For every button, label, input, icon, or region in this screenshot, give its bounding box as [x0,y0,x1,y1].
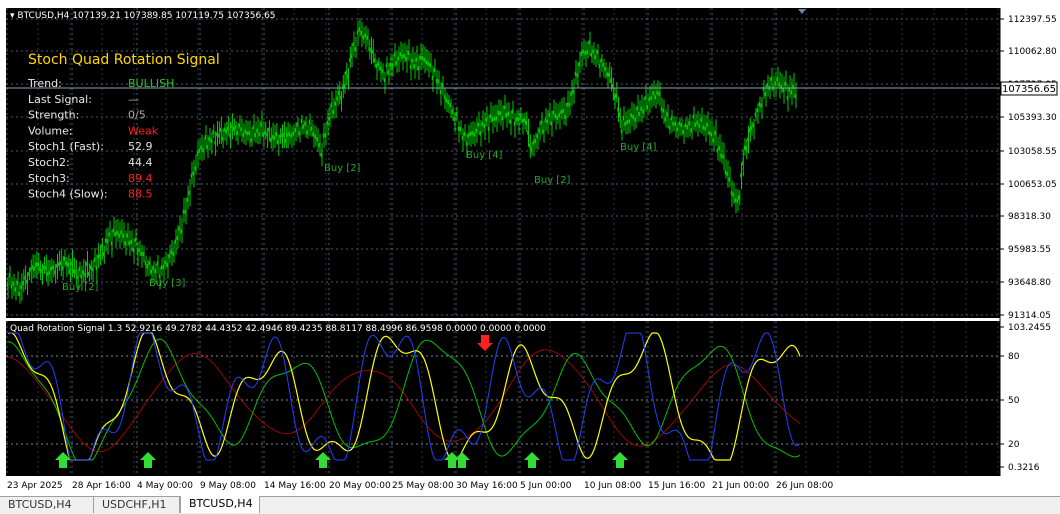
time-label: 14 May 16:00 [264,481,326,491]
panel-row-label: Stoch2: [28,156,70,169]
main-chart-header: BTCUSD,H4 107139.21 107389.85 107119.75 … [17,11,275,21]
panel-row-label: Stoch4 (Slow): [28,188,108,201]
chart-menu-icon[interactable]: ▾ [10,11,17,21]
time-label: 28 Apr 16:00 [72,481,131,491]
tab-btcusd-h4-1[interactable]: BTCUSD,H4 [0,497,94,513]
time-label: 5 Jun 00:00 [520,481,572,491]
buy-signal-label: Buy [4] [466,150,503,161]
time-label: 20 May 00:00 [329,481,391,491]
level-label: 50 [1008,396,1020,406]
buy-signal-label: Buy [2] [324,163,361,174]
svg-text:▾ BTCUSD,H4 107139.21 107389.: ▾ BTCUSD,H4 107139.21 107389.85 107119.7… [10,11,276,21]
buy-signal-label: Buy [3] [149,278,186,289]
panel-row-value: 52.9 [128,140,153,153]
price-label: 98318.30 [1008,212,1051,222]
panel-row-value: 89.4 [128,172,153,185]
tab-usdchf-h1[interactable]: USDCHF,H1 [94,497,180,513]
panel-row-value: 0/5 [128,109,146,122]
chart-tab-bar: BTCUSD,H4 USDCHF,H1 BTCUSD,H4 [0,496,1060,514]
price-label: 105393.30 [1008,113,1057,123]
price-label: 103058.55 [1008,147,1057,157]
time-label: 15 Jun 16:00 [648,481,705,491]
price-label: 100653.05 [1008,180,1057,190]
price-label: 112397.55 [1008,15,1057,25]
price-label: 91314.05 [1008,311,1051,321]
panel-row-value: — [128,93,139,106]
buy-signal-label: Buy [2] [534,175,571,186]
panel-row-label: Trend: [27,77,62,90]
time-label: 9 May 08:00 [200,481,256,491]
price-label: 93648.80 [1008,278,1051,288]
panel-row-label: Last Signal: [28,93,92,106]
time-label: 21 Jun 00:00 [712,481,769,491]
level-label: 80 [1008,352,1020,362]
time-label: 30 May 16:00 [456,481,518,491]
indicator-header: Quad Rotation Signal 1.3 52.9216 49.2782… [10,324,546,334]
signal-panel-title: Stoch Quad Rotation Signal [28,52,220,68]
tab-btcusd-h4-active[interactable]: BTCUSD,H4 [180,496,260,513]
time-label: 26 Jun 08:00 [776,481,833,491]
price-label: 110062.80 [1008,47,1057,57]
panel-row-value: 88.5 [128,188,153,201]
current-price-label: 107356.65 [1002,84,1056,95]
time-label: 10 Jun 08:00 [584,481,641,491]
panel-row-value: BULLISH [128,77,174,90]
panel-row-label: Stoch3: [28,172,70,185]
level-label: 103.2455 [1008,323,1051,333]
panel-row-label: Strength: [28,109,79,122]
panel-row-label: Stoch1 (Fast): [28,140,104,153]
chart-canvas[interactable]: Buy [2] Buy [3] Buy [2] Buy [4] Buy [2] Buy [… [0,0,1060,496]
time-label: 23 Apr 2025 [7,481,63,491]
level-label: 20 [1008,440,1020,450]
time-label: 25 May 08:00 [392,481,454,491]
buy-signal-label: Buy [2] [62,282,99,293]
panel-row-value: Weak [128,124,159,137]
buy-signal-label: Buy [4] [620,142,657,153]
time-label: 4 May 00:00 [137,481,193,491]
level-label: 0.3216 [1008,463,1040,473]
panel-row-label: Volume: [28,124,73,137]
price-label: 95983.55 [1008,245,1051,255]
panel-row-value: 44.4 [128,156,153,169]
